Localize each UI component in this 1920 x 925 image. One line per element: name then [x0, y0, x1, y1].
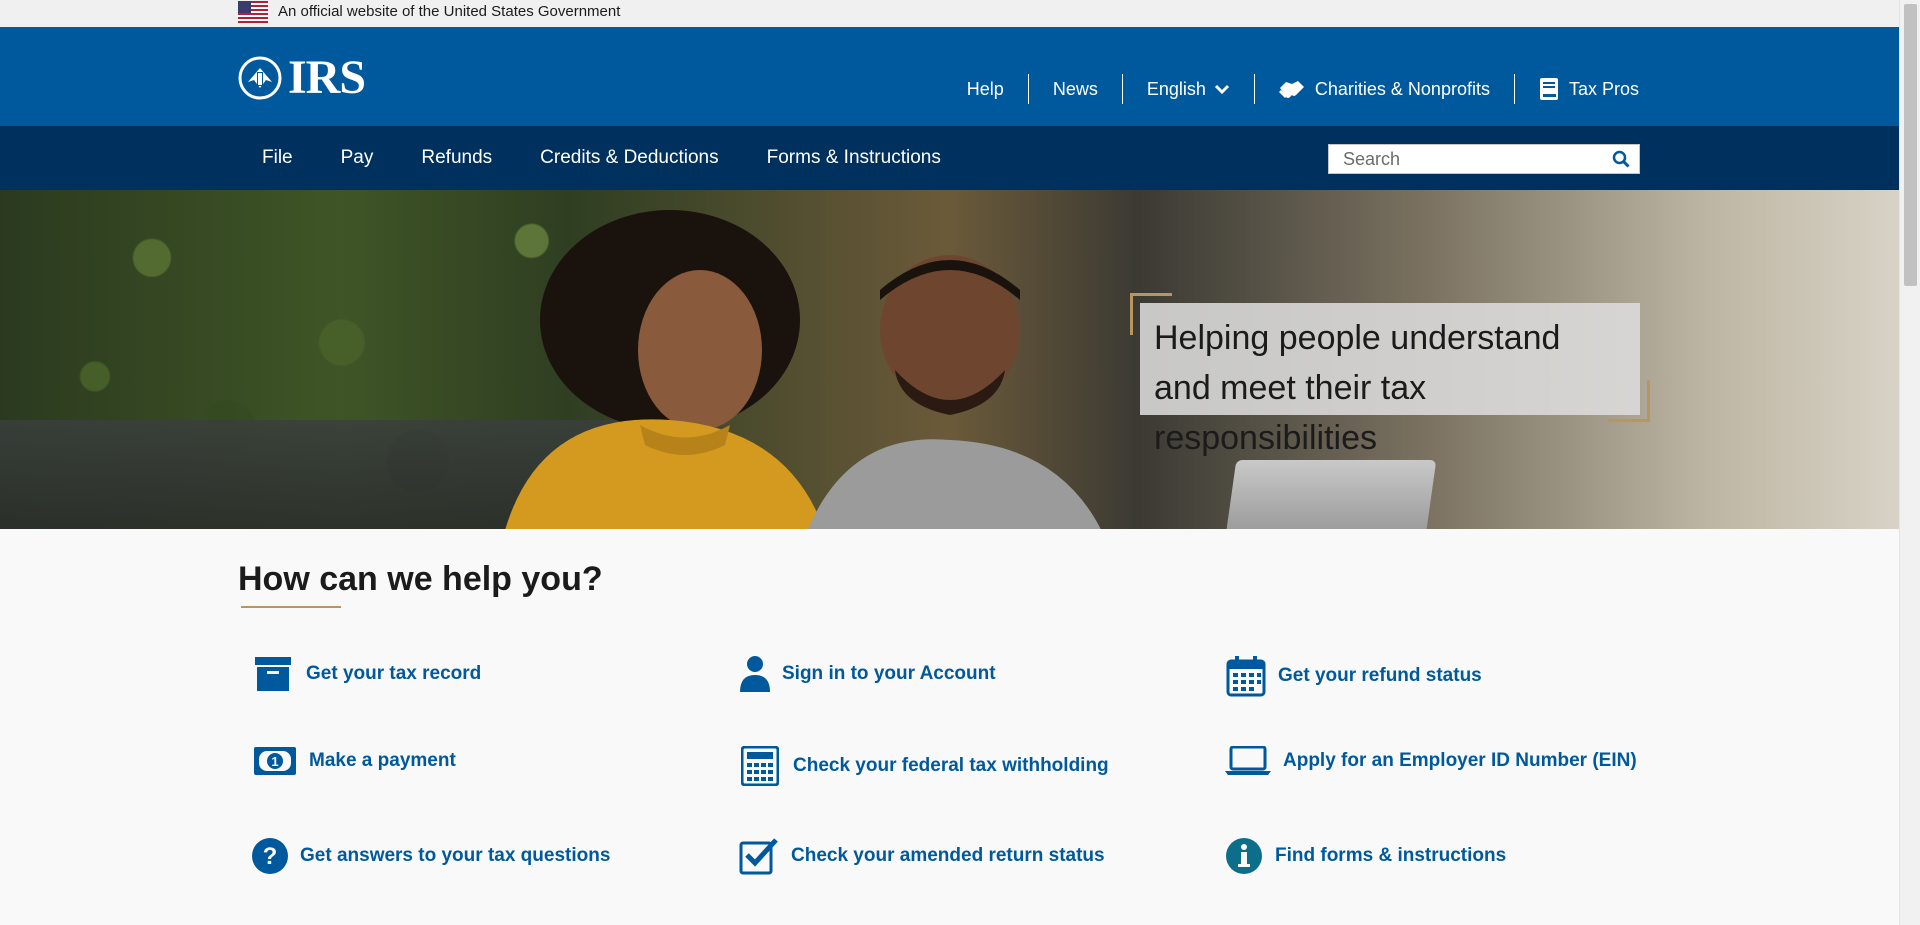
search-input[interactable] — [1329, 145, 1603, 173]
help-link-label: Make a payment — [309, 750, 456, 771]
help-link-apply-ein[interactable]: Apply for an Employer ID Number (EIN) — [1213, 746, 1637, 776]
help-link-label: Check your amended return status — [791, 845, 1105, 866]
official-gov-text: An official website of the United States… — [278, 3, 621, 20]
user-icon — [727, 655, 782, 693]
money-bill-icon: 1 — [240, 746, 309, 776]
calculator-icon — [727, 746, 793, 786]
utility-nav: Help News English Charities & Nonprofits — [943, 72, 1639, 106]
us-flag-icon — [238, 1, 268, 23]
main-nav-items: File Pay Refunds Credits & Deductions Fo… — [238, 126, 965, 190]
util-news-link[interactable]: News — [1029, 74, 1123, 104]
help-link-tax-record[interactable]: Get your tax record — [240, 655, 481, 693]
official-gov-banner: An official website of the United States… — [0, 0, 1899, 27]
help-link-tax-questions[interactable]: ? Get answers to your tax questions — [240, 837, 610, 875]
hero-person-woman-image — [505, 210, 824, 529]
hero-caption-box: Helping people understand and meet their… — [1140, 303, 1640, 457]
help-link-label: Find forms & instructions — [1275, 845, 1507, 866]
eagle-seal-icon — [238, 56, 282, 100]
chevron-down-icon — [1214, 84, 1229, 95]
help-link-label: Get answers to your tax questions — [300, 845, 611, 866]
util-charities-link[interactable]: Charities & Nonprofits — [1255, 74, 1515, 104]
language-label: English — [1146, 78, 1206, 99]
laptop-icon — [1213, 746, 1283, 776]
help-link-make-payment[interactable]: 1 Make a payment — [240, 746, 456, 776]
search-button[interactable] — [1603, 145, 1639, 173]
scrollbar-thumb[interactable] — [1904, 4, 1917, 286]
hero-laptop-image — [1223, 460, 1437, 529]
page-scrollbar[interactable] — [1899, 0, 1920, 925]
util-taxpros-label: Tax Pros — [1568, 78, 1639, 99]
nav-item-credits-deductions[interactable]: Credits & Deductions — [516, 147, 742, 169]
main-nav: File Pay Refunds Credits & Deductions Fo… — [0, 126, 1899, 190]
util-news-label: News — [1052, 78, 1098, 99]
help-link-amended-return[interactable]: Check your amended return status — [727, 837, 1105, 875]
irs-logo[interactable]: IRS — [238, 51, 368, 104]
nav-item-forms-instructions[interactable]: Forms & Instructions — [743, 147, 965, 169]
calendar-icon — [1213, 655, 1278, 697]
help-section-title: How can we help you? — [238, 560, 603, 598]
book-icon — [1539, 78, 1558, 100]
language-selector[interactable]: English — [1123, 74, 1255, 104]
util-charities-label: Charities & Nonprofits — [1314, 78, 1490, 99]
help-link-label: Sign in to your Account — [782, 663, 996, 684]
help-link-forms-instructions[interactable]: Find forms & instructions — [1213, 837, 1506, 875]
help-link-label: Check your federal tax withholding — [793, 755, 1109, 776]
site-header: IRS Help News English Charities & Nonpro… — [0, 27, 1899, 126]
help-link-tax-withholding[interactable]: Check your federal tax withholding — [727, 746, 1109, 786]
handshake-icon — [1278, 81, 1304, 98]
help-link-sign-in[interactable]: Sign in to your Account — [727, 655, 996, 693]
help-title-underline — [241, 606, 341, 608]
nav-item-refunds[interactable]: Refunds — [397, 147, 516, 169]
caption-bracket-bottom-right — [1608, 380, 1650, 422]
hero-person-man-image — [808, 255, 1101, 529]
svg-text:?: ? — [263, 843, 278, 870]
logo-text: IRS — [288, 51, 366, 104]
hero-banner: Helping people understand and meet their… — [0, 190, 1899, 529]
checkbox-icon — [727, 837, 791, 875]
nav-item-file[interactable]: File — [238, 147, 317, 169]
nav-item-pay[interactable]: Pay — [317, 147, 398, 169]
archive-box-icon — [240, 655, 306, 693]
help-link-label: Get your refund status — [1278, 665, 1482, 686]
question-circle-icon: ? — [240, 837, 300, 875]
help-link-label: Get your tax record — [306, 663, 482, 684]
help-link-refund-status[interactable]: Get your refund status — [1213, 655, 1482, 697]
util-help-label: Help — [966, 78, 1004, 99]
help-link-label: Apply for an Employer ID Number (EIN) — [1283, 750, 1637, 771]
search-box — [1328, 144, 1640, 174]
util-taxpros-link[interactable]: Tax Pros — [1515, 74, 1639, 104]
svg-text:1: 1 — [271, 754, 278, 769]
util-help-link[interactable]: Help — [943, 74, 1029, 104]
search-icon — [1612, 150, 1630, 168]
info-circle-icon — [1213, 837, 1275, 875]
hero-caption-text: Helping people understand and meet their… — [1154, 319, 1561, 457]
